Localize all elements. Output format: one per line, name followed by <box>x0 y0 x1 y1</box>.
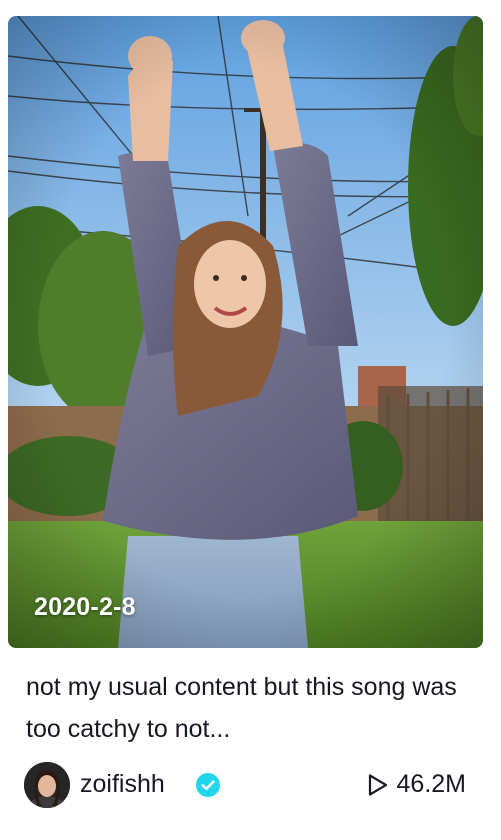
avatar-image <box>24 762 70 808</box>
video-caption[interactable]: not my usual content but this song was t… <box>26 666 476 750</box>
author-username[interactable]: zoifishh <box>80 770 165 799</box>
avatar[interactable] <box>24 762 70 808</box>
video-card[interactable]: 2020-2-8 not my usual content but this s… <box>0 0 501 840</box>
view-count-value: 46.2M <box>396 770 466 798</box>
play-outline-icon <box>368 773 387 796</box>
video-date-overlay: 2020-2-8 <box>34 593 136 621</box>
thumbnail-image <box>8 16 483 648</box>
verified-check-icon <box>196 773 220 797</box>
view-count: 46.2M <box>367 770 466 799</box>
video-meta-row: zoifishh 46.2M <box>24 762 476 808</box>
video-thumbnail[interactable]: 2020-2-8 <box>8 16 483 648</box>
